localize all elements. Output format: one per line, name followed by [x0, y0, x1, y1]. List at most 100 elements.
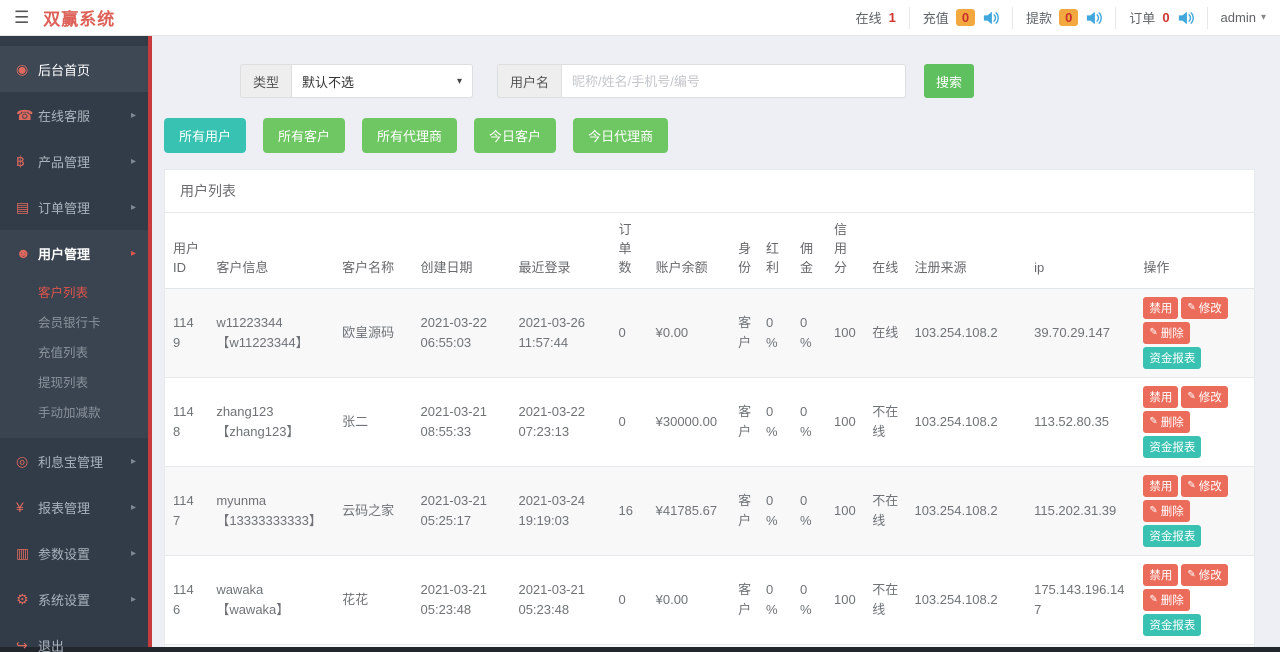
disable-button[interactable]: 禁用 — [1143, 296, 1179, 319]
admin-menu[interactable]: admin ▾ — [1221, 10, 1266, 25]
user-list-panel: 用户列表 用户ID 客户信息 客户名称 创建日期 最近登录 订单数 账户余额 身份 红利 佣金 信用… — [164, 169, 1255, 647]
sidebar-item[interactable]: ¥ 报表管理 ▸ — [0, 484, 148, 530]
cell-user-id: 1145 — [165, 644, 208, 647]
cell-ip: 115.202.31.39 — [1034, 502, 1117, 518]
pencil-icon: ✎ — [1149, 327, 1158, 339]
cell-customer-name: 欧皇源码 — [342, 324, 395, 340]
cell-created-date: 2021-03-21 05:23:48 — [420, 582, 488, 617]
quick-filter-button[interactable]: 今日代理商 — [573, 118, 669, 153]
stat-label: 在线 — [855, 11, 882, 26]
cell-user-id: 1147 — [173, 493, 194, 528]
column-header: 身份 — [730, 213, 758, 289]
column-header: 佣金 — [792, 213, 827, 289]
column-header: ip — [1026, 213, 1136, 289]
chevron-right-icon: ▸ — [130, 501, 136, 513]
quick-filter-button[interactable]: 所有用户 — [164, 118, 247, 153]
sidebar-item-label: 后台首页 — [38, 62, 91, 78]
app-body: ◉ 后台首页 ☎ 在线客服 ▸ ฿ 产品管理 ▸ ▤ 订单管理 ▸ ☻ 用户管理 ▸ 客户列表 会员银行卡 充值… — [0, 36, 1280, 652]
delete-button[interactable]: ✎ 删除 — [1143, 499, 1190, 522]
pencil-icon: ✎ — [1187, 302, 1196, 314]
sidebar-item[interactable]: ☎ 在线客服 ▸ — [0, 92, 148, 138]
cell-balance: ¥0.00 — [655, 324, 689, 340]
user-icon: ☻ — [16, 245, 31, 261]
cell-credit: 100 — [834, 413, 856, 429]
sidebar-item[interactable]: ☻ 用户管理 ▸ — [0, 230, 148, 276]
disable-button[interactable]: 禁用 — [1143, 563, 1179, 586]
type-select[interactable]: 默认不选 ▾ — [291, 64, 474, 98]
fund-report-button[interactable]: 资金报表 — [1143, 435, 1202, 458]
sidebar-subitem[interactable]: 会员银行卡 — [0, 308, 148, 338]
quick-filter-button[interactable]: 今日客户 — [474, 118, 557, 153]
speaker-icon[interactable] — [983, 11, 999, 25]
cell-customer-info: w112233【w112233】 — [208, 644, 334, 647]
edit-button[interactable]: ✎ 修改 — [1181, 296, 1228, 319]
quick-filter-button[interactable]: 所有客户 — [263, 118, 346, 153]
column-header: 创建日期 — [412, 213, 511, 289]
column-header: 用户ID — [165, 213, 209, 289]
column-header: 客户信息 — [208, 213, 335, 289]
chevron-right-icon: ▸ — [130, 201, 136, 213]
sidebar-item-label: 用户管理 — [38, 246, 91, 262]
sidebar-item[interactable]: ▥ 参数设置 ▸ — [0, 530, 148, 576]
cell-created-date: 2021-03-21 08:55:33 — [420, 404, 488, 439]
fund-report-button[interactable]: 资金报表 — [1143, 524, 1202, 547]
delete-button[interactable]: ✎ 删除 — [1143, 410, 1190, 433]
edit-button[interactable]: ✎ 修改 — [1181, 385, 1228, 408]
cell-last-login: 2021-03-22 07:23:13 — [518, 404, 585, 439]
cell-customer-name: 张二 — [342, 413, 369, 429]
delete-button[interactable]: ✎ 删除 — [1143, 321, 1190, 344]
chevron-right-icon: ▸ — [130, 155, 136, 167]
sidebar-subitem[interactable]: 提现列表 — [0, 368, 148, 398]
search-button[interactable]: 搜索 — [924, 64, 975, 98]
sidebar-item-label: 利息宝管理 — [38, 454, 104, 470]
sidebar-item[interactable]: ↪ 退出 — [0, 622, 148, 652]
quick-filter-button[interactable]: 所有代理商 — [362, 118, 458, 153]
cell-customer-name: 花花 — [342, 591, 369, 607]
sidebar-subitem[interactable]: 客户列表 — [0, 278, 148, 308]
username-input[interactable] — [561, 64, 907, 98]
main-content: 类型 默认不选 ▾ 用户名 搜索 所有用户所有客户所有代理商今日客户今日代理商 … — [152, 36, 1280, 647]
order-icon: ▤ — [16, 198, 30, 215]
report-icon: ¥ — [16, 499, 24, 515]
topbar-stat: 在线 1 — [856, 8, 896, 27]
pencil-icon: ✎ — [1149, 594, 1158, 606]
sidebar-item[interactable]: ฿ 产品管理 ▸ — [0, 138, 148, 184]
interest-icon: ◎ — [16, 452, 29, 469]
action-buttons: 禁用 ✎ 修改 ✎ 删除 资金报表 — [1143, 563, 1246, 636]
sidebar-item-label: 产品管理 — [38, 154, 91, 170]
edit-button[interactable]: ✎ 修改 — [1181, 474, 1228, 497]
cell-ip: 109.166.37.126 — [1026, 644, 1135, 647]
cell-bonus: 0% — [758, 644, 792, 647]
sidebar-item[interactable]: ⚙ 系统设置 ▸ — [0, 576, 148, 622]
disable-button[interactable]: 禁用 — [1143, 474, 1179, 497]
edit-button[interactable]: ✎ 修改 — [1181, 563, 1228, 586]
sidebar-item[interactable]: ◉ 后台首页 — [0, 46, 148, 92]
cell-commission: 0% — [800, 404, 812, 439]
speaker-icon[interactable] — [1086, 11, 1103, 25]
cell-balance: ¥0.00 — [655, 591, 689, 607]
disable-button[interactable]: 禁用 — [1143, 385, 1179, 408]
cell-commission: 0% — [800, 315, 812, 350]
bottom-edge — [0, 647, 1280, 652]
chevron-right-icon: ▸ — [130, 455, 136, 467]
cell-role: 客户 — [738, 315, 752, 350]
fund-report-button[interactable]: 资金报表 — [1143, 346, 1202, 369]
column-header: 最近登录 — [510, 213, 611, 289]
sidebar-item[interactable]: ◎ 利息宝管理 ▸ — [0, 438, 148, 484]
cell-credit: 100 — [834, 502, 856, 518]
cell-actions: 禁用✎修改✎删除资金报表 — [1135, 555, 1254, 644]
action-buttons: 禁用 ✎ 修改 ✎ 删除 资金报表 — [1143, 385, 1246, 458]
speaker-icon[interactable] — [1178, 11, 1194, 25]
cell-actions: 禁用✎修改✎删除资金报表 — [1135, 644, 1254, 647]
sidebar-item[interactable]: ▤ 订单管理 ▸ — [0, 184, 148, 230]
cell-actions: 禁用✎修改✎删除资金报表 — [1135, 466, 1254, 555]
sidebar-subitem[interactable]: 手动加减款 — [0, 398, 148, 428]
cell-role: 客户 — [730, 644, 758, 647]
table-row: 1149 w11223344【w11223344】 欧皇源码 2021-03-22 0… — [165, 288, 1254, 378]
fund-report-button[interactable]: 资金报表 — [1143, 613, 1202, 636]
delete-button[interactable]: ✎ 删除 — [1143, 588, 1190, 611]
cell-register-source: 103.254.108.2 — [914, 413, 998, 429]
menu-icon[interactable]: ☰ — [14, 9, 29, 26]
stat-label: 充值 — [922, 11, 949, 26]
sidebar-subitem[interactable]: 充值列表 — [0, 338, 148, 368]
